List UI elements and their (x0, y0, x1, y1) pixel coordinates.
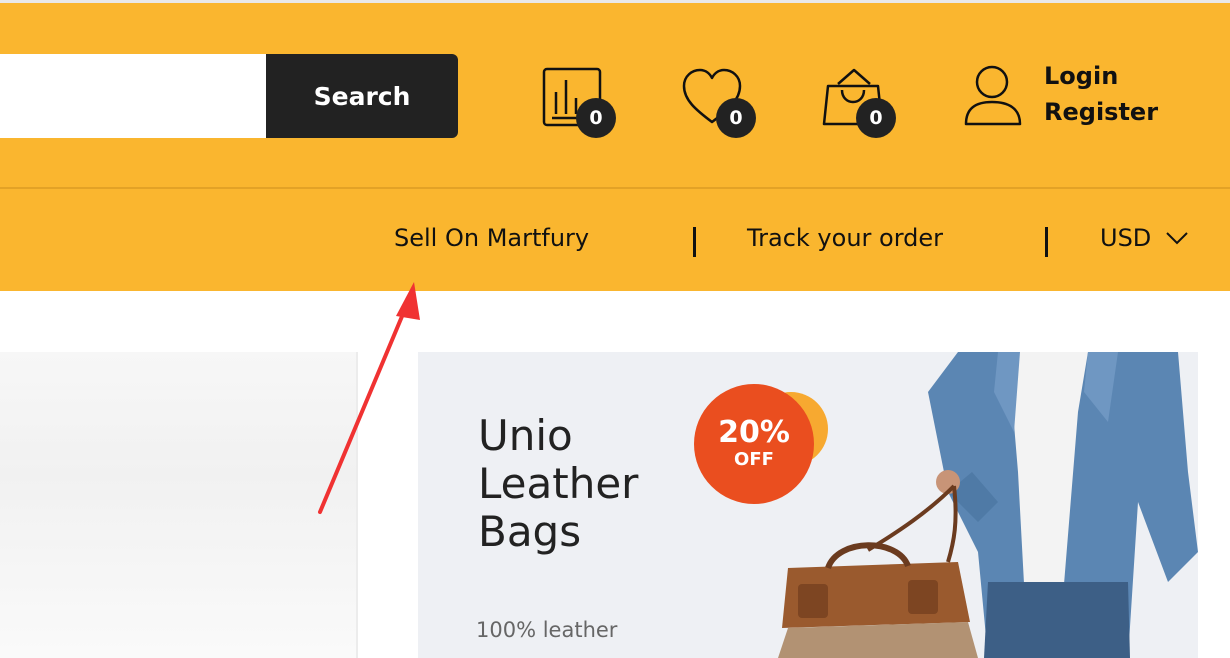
login-link[interactable]: Login (1044, 62, 1118, 90)
compare-button[interactable]: 0 (540, 66, 620, 138)
wishlist-count-badge: 0 (716, 98, 756, 138)
account-block: Login Register (958, 62, 1178, 134)
banner-divider (356, 352, 358, 658)
cart-button[interactable]: 0 (820, 66, 900, 138)
chevron-down-icon (1166, 232, 1188, 245)
register-link[interactable]: Register (1044, 98, 1158, 126)
compare-count-badge: 0 (576, 98, 616, 138)
left-banner-image[interactable] (0, 352, 356, 658)
track-order-link[interactable]: Track your order (747, 224, 943, 252)
model-with-bag-image (778, 352, 1198, 658)
cart-count-badge: 0 (856, 98, 896, 138)
user-icon (964, 65, 1022, 126)
wishlist-button[interactable]: 0 (680, 66, 760, 138)
promo-title: Unio Leather Bags (478, 411, 639, 556)
search-input[interactable] (0, 54, 266, 138)
currency-dropdown[interactable]: USD (1100, 224, 1189, 252)
sell-on-martfury-link[interactable]: Sell On Martfury (394, 224, 589, 252)
nav-separator (693, 227, 696, 257)
currency-label: USD (1100, 224, 1152, 252)
header-divider (0, 187, 1230, 189)
promo-banner[interactable]: Unio Leather Bags 20% OFF 100% leather (418, 352, 1198, 658)
promo-description: 100% leather (476, 618, 618, 642)
search-button[interactable]: Search (266, 54, 458, 138)
nav-separator (1045, 227, 1048, 257)
